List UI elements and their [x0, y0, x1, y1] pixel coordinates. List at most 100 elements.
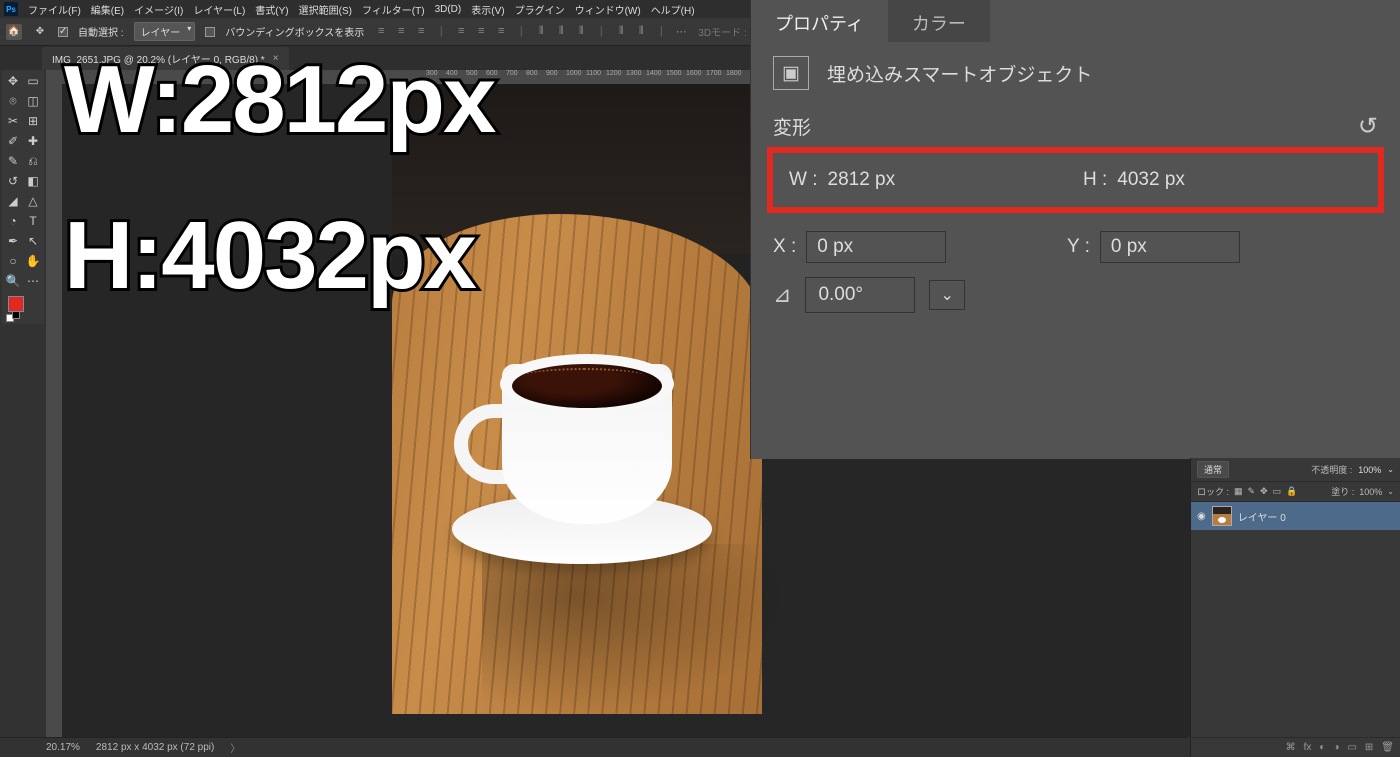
history-brush-tool[interactable]: ↺ — [4, 172, 22, 190]
height-value[interactable]: 4032 px — [1117, 169, 1185, 191]
brush-tool[interactable]: ✎ — [4, 152, 22, 170]
menu-edit[interactable]: 編集(E) — [91, 2, 124, 17]
stamp-tool[interactable]: ⎌ — [24, 152, 42, 170]
distribute-icon[interactable]: ⦀ — [574, 25, 588, 38]
edit-toolbar[interactable]: ⋯ — [24, 272, 42, 290]
tab-properties[interactable]: プロパティ — [751, 0, 888, 42]
highlight-box: W : 2812 px H : 4032 px — [767, 147, 1384, 213]
menu-3d[interactable]: 3D(D) — [435, 4, 462, 15]
layer-fx-icon[interactable]: fx — [1304, 742, 1312, 753]
group-icon[interactable]: ▭ — [1347, 742, 1356, 753]
smart-object-type-row: ▣ 埋め込みスマートオブジェクト — [751, 42, 1400, 104]
distribute-icon[interactable]: ⦀ — [634, 25, 648, 38]
lock-all-icon[interactable]: 🔒 — [1286, 486, 1297, 497]
marquee-tool[interactable]: ◫ — [24, 92, 42, 110]
lock-transparency-icon[interactable]: ▦ — [1234, 486, 1243, 497]
more-icon[interactable]: ⋯ — [674, 25, 688, 38]
smart-object-icon: ▣ — [773, 56, 809, 90]
document-tab-title: IMG_2651.JPG @ 20.2% (レイヤー 0, RGB/8) * — [52, 51, 265, 66]
menu-image[interactable]: イメージ(I) — [134, 2, 183, 17]
fill-value[interactable]: 100% — [1359, 487, 1382, 497]
gradient-tool[interactable]: ◢ — [4, 192, 22, 210]
path-select-tool[interactable]: ↖ — [24, 232, 42, 250]
blur-tool[interactable]: △ — [24, 192, 42, 210]
status-menu-icon[interactable]: 〉 — [230, 740, 240, 755]
bbox-checkbox[interactable] — [205, 27, 215, 37]
width-value[interactable]: 2812 px — [828, 169, 896, 191]
zoom-tool[interactable]: 🔍 — [4, 272, 22, 290]
lock-artboard-icon[interactable]: ▭ — [1273, 486, 1282, 497]
layer-mask-icon[interactable]: ◐ — [1319, 742, 1325, 753]
y-value[interactable]: 0 px — [1100, 231, 1240, 263]
layer-row[interactable]: ◉ レイヤー 0 — [1191, 502, 1400, 530]
distribute-icon[interactable]: ⦀ — [534, 25, 548, 38]
fill-label: 塗り : — [1331, 485, 1354, 498]
distribute-icon[interactable]: ⦀ — [554, 25, 568, 38]
x-value[interactable]: 0 px — [806, 231, 946, 263]
opacity-value[interactable]: 100% — [1358, 465, 1381, 475]
blend-mode-dropdown[interactable]: 通常 — [1197, 461, 1229, 478]
lock-image-icon[interactable]: ✎ — [1248, 486, 1256, 497]
tab-color[interactable]: カラー — [888, 0, 990, 42]
menu-filter[interactable]: フィルター(T) — [362, 2, 425, 17]
new-layer-icon[interactable]: ⊞ — [1365, 742, 1373, 753]
eyedropper-tool[interactable]: ✐ — [4, 132, 22, 150]
align-icon[interactable]: ≡ — [374, 25, 388, 38]
document-tab[interactable]: IMG_2651.JPG @ 20.2% (レイヤー 0, RGB/8) * × — [42, 47, 289, 70]
default-colors-icon — [12, 311, 20, 319]
crop-tool[interactable]: ✂ — [4, 112, 22, 130]
shape-tool[interactable]: ○ — [4, 252, 22, 270]
align-icons: ≡ ≡ ≡ | ≡ ≡ ≡ | ⦀ ⦀ ⦀ | ⦀ ⦀ | ⋯ — [374, 25, 688, 38]
document-image — [392, 84, 762, 714]
menu-file[interactable]: ファイル(F) — [28, 2, 81, 17]
frame-tool[interactable]: ⊞ — [24, 112, 42, 130]
menu-window[interactable]: ウィンドウ(W) — [575, 2, 641, 17]
distribute-icon[interactable]: ⦀ — [614, 25, 628, 38]
chevron-down-icon[interactable]: ⌄ — [1387, 487, 1394, 496]
delete-layer-icon[interactable]: 🗑 — [1381, 742, 1394, 753]
menu-type[interactable]: 書式(Y) — [255, 2, 288, 17]
lock-position-icon[interactable]: ✥ — [1260, 486, 1268, 497]
hand-tool[interactable]: ✋ — [24, 252, 42, 270]
artboard-tool[interactable]: ▭ — [24, 72, 42, 90]
auto-select-checkbox[interactable] — [58, 27, 68, 37]
x-label: X : — [773, 236, 796, 258]
align-icon[interactable]: ≡ — [454, 25, 468, 38]
angle-value[interactable]: 0.00° — [805, 277, 915, 313]
layers-panel: 通常 不透明度 : 100% ⌄ ロック : ▦ ✎ ✥ ▭ 🔒 塗り : 10… — [1190, 458, 1400, 757]
align-icon[interactable]: ≡ — [394, 25, 408, 38]
visibility-toggle-icon[interactable]: ◉ — [1197, 511, 1206, 522]
adjustment-layer-icon[interactable]: ◑ — [1333, 742, 1339, 753]
align-icon[interactable]: ≡ — [414, 25, 428, 38]
link-layers-icon[interactable]: ⌘ — [1286, 742, 1296, 753]
lasso-tool[interactable]: ⌾ — [4, 92, 22, 110]
move-tool-icon: ✥ — [32, 24, 48, 40]
home-button[interactable]: 🏠 — [6, 24, 22, 40]
menu-view[interactable]: 表示(V) — [471, 2, 504, 17]
angle-dropdown[interactable]: ⌄ — [929, 280, 964, 310]
pen-tool[interactable]: ✒ — [4, 232, 22, 250]
color-swatches[interactable] — [4, 292, 42, 322]
auto-select-target-dropdown[interactable]: レイヤー — [134, 22, 196, 41]
layers-panel-footer: ⌘ fx ◐ ◑ ▭ ⊞ 🗑 — [1191, 737, 1400, 757]
menu-plugin[interactable]: プラグイン — [515, 2, 565, 17]
eraser-tool[interactable]: ◧ — [24, 172, 42, 190]
menu-layer[interactable]: レイヤー(L) — [193, 2, 245, 17]
close-tab-icon[interactable]: × — [273, 53, 279, 64]
chevron-down-icon[interactable]: ⌄ — [1387, 465, 1394, 474]
dodge-tool[interactable]: ◔ — [4, 212, 22, 230]
panel-tabs: プロパティ カラー — [751, 0, 1400, 42]
reset-transform-icon[interactable]: ↺ — [1358, 112, 1378, 141]
align-icon[interactable]: ≡ — [494, 25, 508, 38]
smart-object-type-label: 埋め込みスマートオブジェクト — [827, 60, 1092, 87]
menu-select[interactable]: 選択範囲(S) — [299, 2, 352, 17]
align-icon[interactable]: ≡ — [474, 25, 488, 38]
zoom-level[interactable]: 20.17% — [46, 742, 80, 753]
foreground-color-swatch[interactable] — [8, 296, 24, 312]
layer-thumbnail[interactable] — [1212, 506, 1232, 526]
menu-help[interactable]: ヘルプ(H) — [651, 2, 695, 17]
type-tool[interactable]: T — [24, 212, 42, 230]
move-tool[interactable]: ✥ — [4, 72, 22, 90]
layer-name[interactable]: レイヤー 0 — [1238, 509, 1286, 524]
healing-tool[interactable]: ✚ — [24, 132, 42, 150]
